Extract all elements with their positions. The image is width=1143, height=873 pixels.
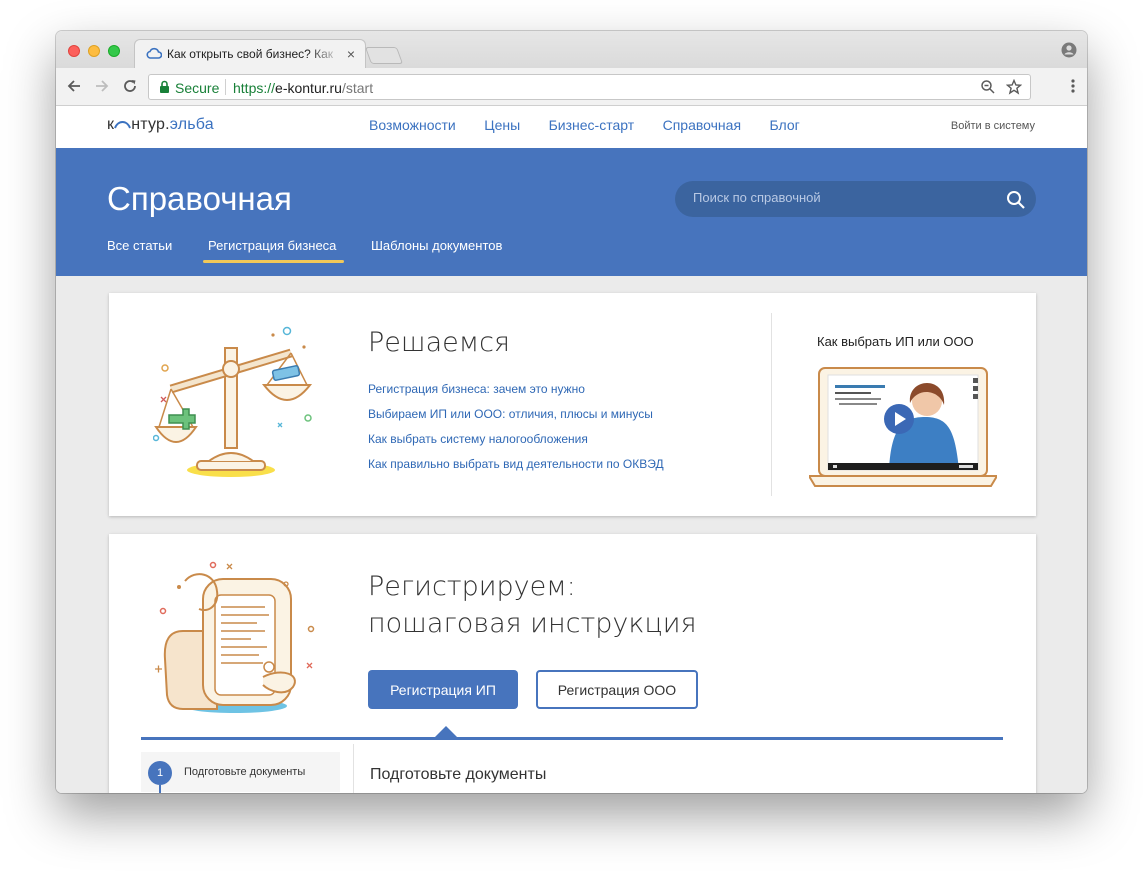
help-search — [675, 181, 1036, 217]
step-label: Подготовьте документы — [184, 766, 306, 778]
step-list-item[interactable]: 1 Подготовьте документы — [141, 752, 340, 793]
register-ip-button[interactable]: Регистрация ИП — [368, 670, 518, 709]
nav-link-prices[interactable]: Цены — [484, 117, 520, 133]
browser-menu-icon[interactable] — [1071, 78, 1075, 94]
tab-all-articles[interactable]: Все статьи — [107, 238, 172, 253]
steps-divider-line — [141, 737, 1003, 740]
article-link[interactable]: Как выбрать систему налогообложения — [368, 432, 664, 457]
logo-loop-icon — [114, 121, 132, 129]
url-path: /start — [341, 80, 374, 96]
nav-link-help[interactable]: Справочная — [663, 117, 741, 133]
logo-text-middle: нтур. — [131, 116, 170, 133]
step-number-badge: 1 — [148, 761, 172, 785]
content-area: Решаемся Регистрация бизнеса: зачем это … — [56, 276, 1087, 793]
back-arrow-icon[interactable] — [66, 78, 82, 94]
logo-text-start: к — [107, 116, 115, 133]
profile-icon[interactable] — [1061, 42, 1077, 58]
forward-arrow-icon[interactable] — [94, 78, 110, 94]
decide-card: Решаемся Регистрация бизнеса: зачем это … — [109, 293, 1036, 516]
url-text[interactable]: https://e-kontur.ru/start — [233, 80, 373, 96]
browser-titlebar: Как открыть свой бизнес? Как × — [56, 31, 1087, 68]
search-input[interactable] — [693, 190, 993, 205]
main-nav: Возможности Цены Бизнес-старт Справочная… — [369, 117, 824, 135]
logo-text-accent: эльба — [169, 116, 214, 133]
document-scroll-illustration-icon — [155, 561, 315, 713]
article-link[interactable]: Регистрация бизнеса: зачем это нужно — [368, 382, 664, 407]
address-bar[interactable]: Secure https://e-kontur.ru/start — [148, 74, 1031, 100]
browser-window: Как открыть свой бизнес? Как × Secure ht… — [56, 31, 1087, 793]
decide-title: Решаемся — [368, 327, 510, 358]
page-title: Справочная — [107, 180, 292, 217]
register-card: Регистрируем: пошаговая инструкция Регис… — [109, 534, 1036, 793]
nav-link-blog[interactable]: Блог — [769, 117, 799, 133]
step-connector — [159, 785, 161, 793]
maximize-window-button[interactable] — [108, 45, 120, 57]
scales-illustration-icon — [153, 326, 313, 477]
register-title: Регистрируем: пошаговая инструкция — [368, 568, 697, 642]
active-button-pointer — [435, 726, 457, 737]
reload-icon[interactable] — [122, 78, 138, 94]
steps-column-divider — [353, 744, 354, 793]
tab-title: Как открыть свой бизнес? Как — [167, 47, 334, 61]
video-player-laptop[interactable] — [809, 365, 997, 489]
site-header: к нтур.эльба Возможности Цены Бизнес-стар… — [56, 106, 1087, 148]
kontur-elba-logo[interactable]: к нтур.эльба — [107, 116, 214, 134]
minimize-window-button[interactable] — [88, 45, 100, 57]
article-link[interactable]: Как правильно выбрать вид деятельности п… — [368, 457, 664, 482]
browser-tab[interactable]: Как открыть свой бизнес? Как × — [134, 39, 366, 68]
url-host: e-kontur.ru — [275, 80, 342, 96]
video-title: Как выбрать ИП или ООО — [817, 334, 974, 349]
url-scheme: https:// — [233, 80, 276, 96]
nav-link-business-start[interactable]: Бизнес-старт — [549, 117, 635, 133]
register-title-line2: пошаговая инструкция — [368, 608, 697, 639]
hero-section: Справочная Все статьи Регистрация бизнес… — [56, 148, 1087, 276]
browser-toolbar: Secure https://e-kontur.ru/start — [56, 68, 1087, 106]
register-title-line1: Регистрируем: — [368, 571, 576, 602]
article-link[interactable]: Выбираем ИП или ООО: отличия, плюсы и ми… — [368, 407, 664, 432]
tab-close-icon[interactable]: × — [347, 46, 355, 62]
secure-label: Secure — [175, 80, 220, 96]
tab-document-templates[interactable]: Шаблоны документов — [371, 238, 502, 253]
address-separator — [225, 79, 226, 95]
tab-business-registration[interactable]: Регистрация бизнеса — [202, 238, 345, 263]
card-divider — [771, 313, 772, 496]
close-window-button[interactable] — [68, 45, 80, 57]
decide-links: Регистрация бизнеса: зачем это нужно Выб… — [368, 382, 664, 482]
step-heading: Подготовьте документы — [370, 766, 547, 783]
nav-link-features[interactable]: Возможности — [369, 117, 456, 133]
lock-icon — [160, 80, 169, 93]
zoom-icon[interactable] — [980, 79, 996, 95]
bookmark-star-icon[interactable] — [1006, 79, 1022, 95]
login-link[interactable]: Войти в систему — [951, 120, 1035, 132]
search-icon[interactable] — [1006, 190, 1026, 210]
register-ooo-button[interactable]: Регистрация ООО — [536, 670, 698, 709]
new-tab-button[interactable] — [364, 47, 404, 64]
cloud-icon — [146, 47, 162, 59]
